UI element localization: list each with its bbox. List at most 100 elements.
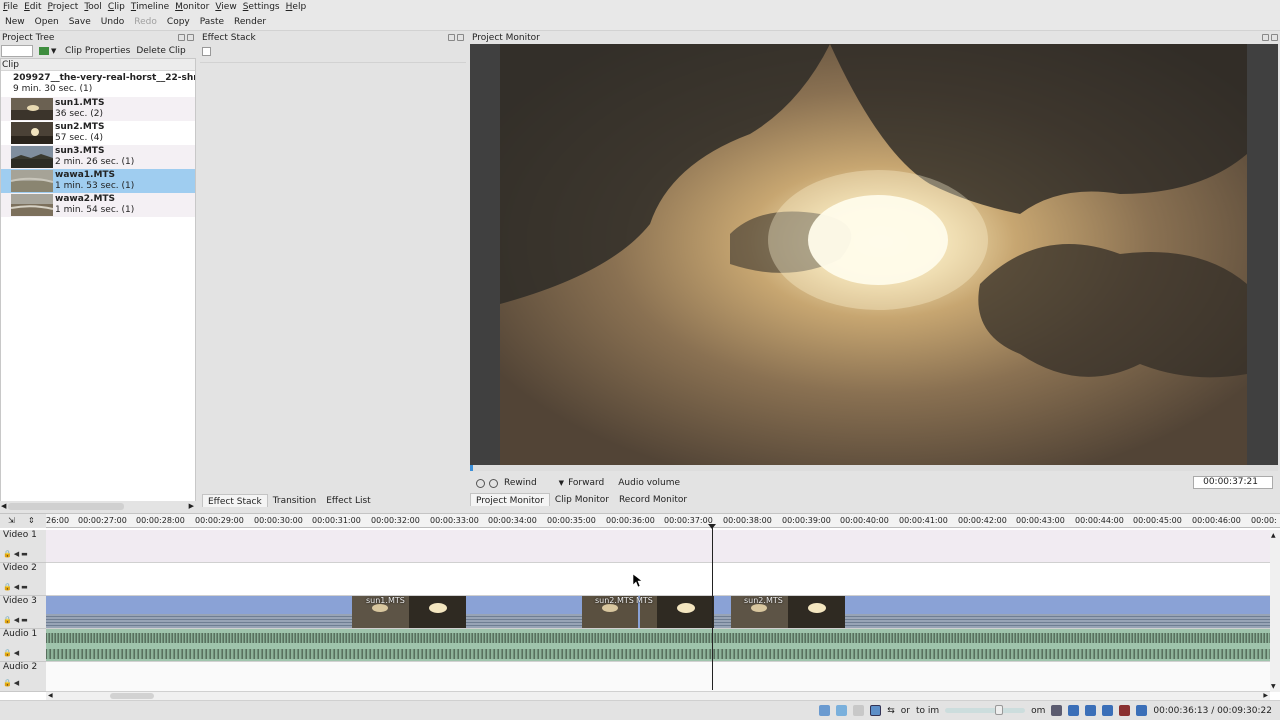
- scroll-left-icon[interactable]: ◀: [1, 502, 6, 510]
- markers-icon[interactable]: [853, 705, 865, 716]
- fit-zoom-icon[interactable]: [1051, 705, 1063, 716]
- track-video-1[interactable]: [46, 530, 1270, 563]
- scroll-right-icon[interactable]: ▶: [1263, 692, 1268, 699]
- render-button[interactable]: Render: [229, 17, 271, 27]
- zoom-fit-icon[interactable]: ⇲: [8, 516, 15, 525]
- project-clip-list[interactable]: Clip 209927__the-very-real-horst__22-shr…: [0, 58, 196, 502]
- effect-enable-checkbox[interactable]: [202, 46, 211, 56]
- track-video-3[interactable]: sun1.MTS sun2.MTS MTS sun2.MTS: [46, 596, 1270, 629]
- tab-transition[interactable]: Transition: [268, 494, 322, 507]
- split-audio-icon[interactable]: [1068, 705, 1080, 716]
- menu-clip[interactable]: Clip: [105, 2, 128, 12]
- video-thumbnails-icon[interactable]: [819, 705, 831, 716]
- menu-edit[interactable]: Edit: [21, 2, 44, 12]
- monitor-position-ruler[interactable]: [470, 465, 1278, 471]
- project-root-item[interactable]: 209927__the-very-real-horst__22-shravan …: [1, 71, 195, 97]
- float-icon[interactable]: [448, 34, 455, 41]
- track-lock-mute-icons[interactable]: 🔒◀: [3, 649, 21, 657]
- project-tree-scrollbar[interactable]: ◀ ▶: [0, 501, 196, 513]
- list-item[interactable]: sun1.MTS 36 sec. (2): [1, 97, 195, 121]
- track-audio-2[interactable]: [46, 662, 1270, 692]
- open-button[interactable]: Open: [30, 17, 64, 27]
- monitor-video-area[interactable]: [470, 44, 1278, 465]
- tab-clip-monitor[interactable]: Clip Monitor: [550, 493, 614, 506]
- track-lock-mute-icons[interactable]: 🔒◀: [3, 679, 21, 687]
- track-header-video-2[interactable]: Video 2 🔒◀▬: [0, 563, 46, 596]
- show-video-icon[interactable]: [1085, 705, 1097, 716]
- scroll-up-icon[interactable]: ▲: [1271, 532, 1276, 539]
- search-input[interactable]: [1, 45, 33, 57]
- close-icon[interactable]: [1271, 34, 1278, 41]
- show-audio-icon[interactable]: [1102, 705, 1114, 716]
- track-video-2[interactable]: [46, 563, 1270, 596]
- menu-view[interactable]: View: [212, 2, 239, 12]
- undo-button[interactable]: Undo: [96, 17, 130, 27]
- timeline-clip[interactable]: sun2.MTS: [731, 596, 845, 628]
- playhead-marker-icon[interactable]: [708, 524, 716, 529]
- paste-button[interactable]: Paste: [195, 17, 229, 27]
- close-icon[interactable]: [187, 34, 194, 41]
- razor-tool-icon[interactable]: ⇆: [887, 706, 895, 716]
- tab-record-monitor[interactable]: Record Monitor: [614, 493, 692, 506]
- list-item[interactable]: wawa1.MTS 1 min. 53 sec. (1): [1, 169, 195, 193]
- copy-button[interactable]: Copy: [162, 17, 195, 27]
- timeline-ruler[interactable]: 26:00 00:00:27:00 00:00:28:00 00:00:29:0…: [46, 514, 1280, 528]
- timeline-clip[interactable]: sun1.MTS: [352, 596, 466, 628]
- tab-project-monitor[interactable]: Project Monitor: [470, 493, 550, 506]
- track-lock-mute-icons[interactable]: 🔒◀▬: [3, 550, 30, 558]
- track-lock-mute-icons[interactable]: 🔒◀▬: [3, 616, 30, 624]
- column-header[interactable]: Clip: [1, 59, 195, 71]
- zoom-slider[interactable]: [945, 705, 1026, 715]
- scroll-left-icon[interactable]: ◀: [48, 692, 53, 699]
- track-height-icon[interactable]: ⇕: [28, 516, 35, 525]
- track-header-audio-2[interactable]: Audio 2 🔒◀: [0, 662, 46, 692]
- chevron-down-icon[interactable]: ▼: [559, 479, 564, 487]
- loop-icon[interactable]: [489, 478, 498, 488]
- zoom-slider-handle[interactable]: [995, 705, 1004, 715]
- menu-help[interactable]: Help: [283, 2, 310, 12]
- track-audio-1[interactable]: [46, 629, 1270, 662]
- timeline-horizontal-scrollbar[interactable]: ◀ ▶: [46, 692, 1270, 700]
- menu-project[interactable]: Project: [45, 2, 82, 12]
- tab-effect-list[interactable]: Effect List: [321, 494, 376, 507]
- list-item[interactable]: sun3.MTS 2 min. 26 sec. (1): [1, 145, 195, 169]
- track-header-audio-1[interactable]: Audio 1 🔒◀: [0, 629, 46, 662]
- scrollbar-thumb[interactable]: [110, 693, 154, 699]
- snap-icon[interactable]: [1136, 705, 1148, 716]
- new-button[interactable]: New: [0, 17, 30, 27]
- timeline-clip[interactable]: sun2.MTS MTS: [582, 596, 714, 628]
- redo-button[interactable]: Redo: [129, 17, 162, 27]
- close-icon[interactable]: [457, 34, 464, 41]
- audio-thumbnails-icon[interactable]: [836, 705, 848, 716]
- ripple-icon[interactable]: [1119, 705, 1131, 716]
- delete-clip-button[interactable]: Delete Clip: [136, 46, 185, 56]
- timecode-field[interactable]: 00:00:37:21: [1193, 476, 1273, 489]
- rewind-button[interactable]: Rewind: [504, 478, 537, 488]
- menu-file[interactable]: File: [0, 2, 21, 12]
- menu-tool[interactable]: Tool: [81, 2, 104, 12]
- menu-timeline[interactable]: Timeline: [128, 2, 172, 12]
- list-item[interactable]: sun2.MTS 57 sec. (4): [1, 121, 195, 145]
- add-clip-button[interactable]: ▼: [39, 46, 59, 56]
- tab-effect-stack[interactable]: Effect Stack: [202, 494, 268, 507]
- status-text: or: [900, 705, 910, 716]
- scrollbar-thumb[interactable]: [8, 503, 124, 510]
- float-icon[interactable]: [1262, 34, 1269, 41]
- timeline-vertical-scrollbar[interactable]: ▲ ▼: [1270, 530, 1280, 692]
- scroll-down-icon[interactable]: ▼: [1271, 683, 1276, 690]
- float-icon[interactable]: [178, 34, 185, 41]
- forward-button[interactable]: Forward: [568, 478, 604, 488]
- save-button[interactable]: Save: [64, 17, 96, 27]
- track-header-video-3[interactable]: Video 3 🔒◀▬: [0, 596, 46, 629]
- selection-tool-icon[interactable]: [870, 705, 882, 716]
- clip-properties-button[interactable]: Clip Properties: [65, 46, 130, 56]
- list-item[interactable]: wawa2.MTS 1 min. 54 sec. (1): [1, 193, 195, 217]
- menu-settings[interactable]: Settings: [240, 2, 283, 12]
- scroll-right-icon[interactable]: ▶: [189, 502, 194, 510]
- timeline-playhead[interactable]: [712, 528, 713, 690]
- audio-volume-button[interactable]: Audio volume: [618, 478, 680, 488]
- track-header-video-1[interactable]: Video 1 🔒◀▬: [0, 530, 46, 563]
- track-lock-mute-icons[interactable]: 🔒◀▬: [3, 583, 30, 591]
- menu-monitor[interactable]: Monitor: [172, 2, 212, 12]
- play-zone-icon[interactable]: [476, 478, 485, 488]
